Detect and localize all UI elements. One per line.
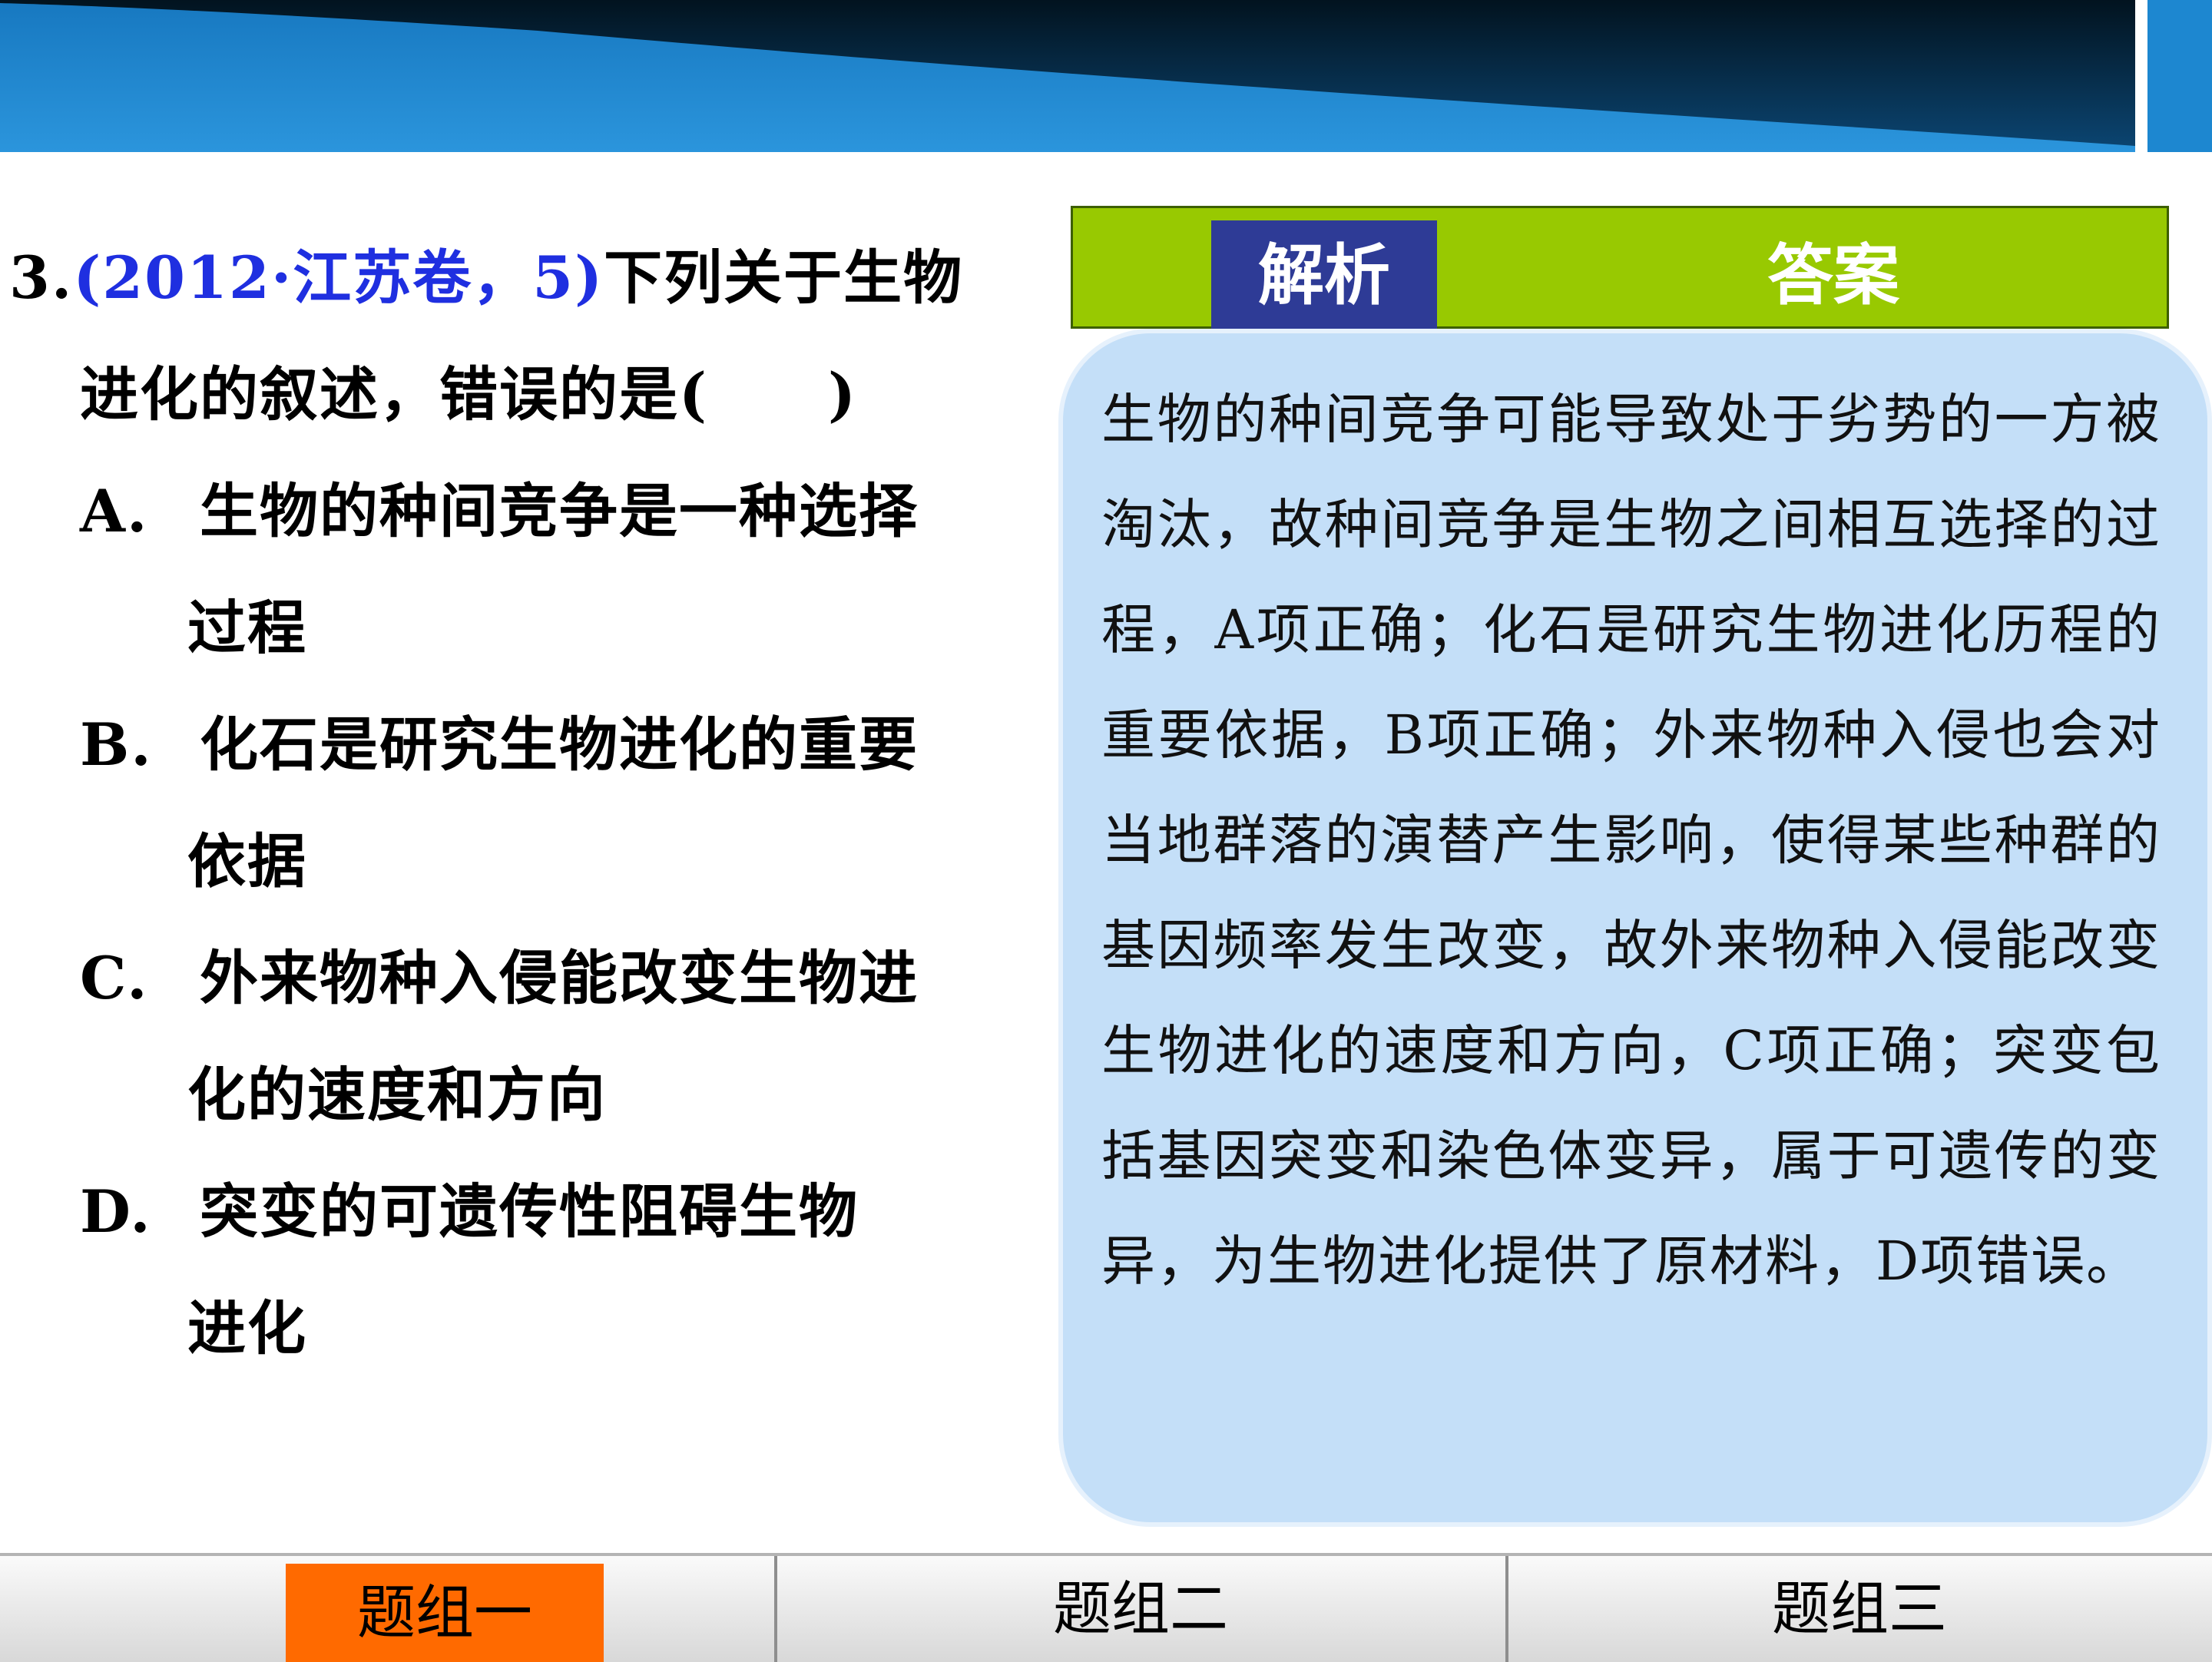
option-c-letter: C. bbox=[80, 944, 149, 1012]
option-b: B. 化石是研究生物进化的重要 bbox=[80, 687, 919, 803]
banner-wave bbox=[0, 0, 2212, 152]
option-b-text: 化石是研究生物进化的重要 bbox=[200, 710, 919, 779]
analysis-text: 生物的种间竞争可能导致处于劣势的一方被淘汰，故种间竞争是生物之间相互选择的过程，… bbox=[1101, 388, 2161, 1293]
option-d-text-cont: 进化 bbox=[187, 1294, 307, 1362]
option-d-text: 突变的可遗传性阻碍生物 bbox=[200, 1177, 859, 1246]
question-source: (2012·江苏卷，5) bbox=[73, 243, 604, 312]
option-a-text-cont: 过程 bbox=[187, 594, 307, 662]
option-c: C. 外来物种入侵能改变生物进 bbox=[80, 920, 919, 1037]
question-number: 3. bbox=[9, 243, 74, 312]
answer-tab-strip: 解析 答案 bbox=[1071, 206, 2169, 331]
bottom-nav: 题组一 题组二 题组三 bbox=[0, 1553, 2212, 1662]
option-a-text: 生物的种间竞争是一种选择 bbox=[200, 477, 919, 545]
tab-group-2[interactable]: 题组二 bbox=[776, 1556, 1505, 1662]
option-a-letter: A. bbox=[80, 477, 149, 545]
question-stem-line-2: 进化的叙述，错误的是( ) bbox=[80, 360, 857, 429]
option-a: A. 生物的种间竞争是一种选择 bbox=[80, 453, 919, 570]
tab-analysis[interactable]: 解析 bbox=[1211, 220, 1437, 331]
tab-group-1[interactable]: 题组一 bbox=[286, 1564, 604, 1662]
option-d-letter: D. bbox=[80, 1177, 152, 1246]
option-b-letter: B. bbox=[80, 710, 153, 779]
question-stem-line-1: 3.(2012·江苏卷，5)下列关于生物 bbox=[9, 220, 963, 336]
question-stem-text: 下列关于生物 bbox=[604, 243, 964, 312]
option-b-text-cont: 依据 bbox=[187, 827, 307, 896]
option-c-text-cont: 化的速度和方向 bbox=[187, 1061, 607, 1129]
tab-answer[interactable]: 答案 bbox=[1718, 220, 1949, 331]
analysis-panel: 生物的种间竞争可能导致处于劣势的一方被淘汰，故种间竞争是生物之间相互选择的过程，… bbox=[1058, 329, 2212, 1527]
option-d: D. 突变的可遗传性阻碍生物 bbox=[80, 1154, 859, 1270]
tab-group-3[interactable]: 题组三 bbox=[1507, 1556, 2212, 1662]
option-c-text: 外来物种入侵能改变生物进 bbox=[200, 944, 919, 1012]
top-banner bbox=[0, 0, 2212, 152]
